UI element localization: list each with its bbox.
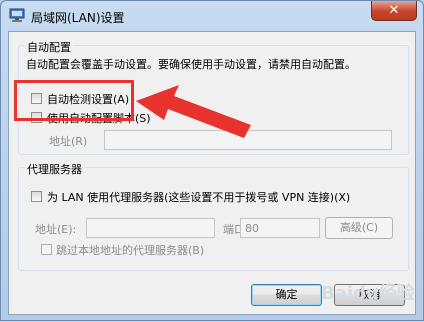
proxy-legend: 代理服务器 bbox=[25, 161, 84, 177]
script-address-label: 地址(R) bbox=[49, 135, 88, 148]
bypass-local-checkbox[interactable] bbox=[41, 244, 52, 255]
auto-config-legend: 自动配置 bbox=[25, 39, 73, 55]
lan-settings-dialog: 局域网(LAN)设置 ✕ 自动配置 自动配置会覆盖手动设置。要确保使用手动设置，… bbox=[0, 0, 424, 321]
bypass-local-label[interactable]: 跳过本地地址的代理服务器(B) bbox=[56, 242, 204, 258]
proxy-address-input[interactable] bbox=[86, 218, 215, 238]
advanced-button[interactable]: 高级(C) bbox=[325, 217, 393, 239]
dialog-body: 自动配置 自动配置会覆盖手动设置。要确保使用手动设置，请禁用自动配置。 自动检测… bbox=[8, 31, 416, 315]
proxy-port-input[interactable]: 80 bbox=[240, 218, 320, 238]
close-icon: ✕ bbox=[388, 3, 400, 18]
proxy-port-value: 80 bbox=[245, 222, 259, 235]
title-bar[interactable]: 局域网(LAN)设置 ✕ bbox=[1, 1, 423, 31]
ok-button[interactable]: 确定 bbox=[251, 284, 322, 306]
script-address-input[interactable] bbox=[104, 130, 392, 150]
close-button[interactable]: ✕ bbox=[371, 1, 417, 21]
proxy-address-label: 地址(E): bbox=[35, 223, 77, 236]
lan-settings-icon bbox=[9, 8, 25, 22]
watermark: Baidu经验 bbox=[321, 283, 415, 304]
auto-config-description: 自动配置会覆盖手动设置。要确保使用手动设置，请禁用自动配置。 bbox=[26, 58, 356, 71]
window-title: 局域网(LAN)设置 bbox=[31, 11, 125, 25]
use-proxy-checkbox[interactable] bbox=[31, 191, 42, 202]
annotation-highlight-box bbox=[14, 80, 134, 121]
use-proxy-label[interactable]: 为 LAN 使用代理服务器(这些设置不用于拨号或 VPN 连接)(X) bbox=[47, 189, 350, 205]
